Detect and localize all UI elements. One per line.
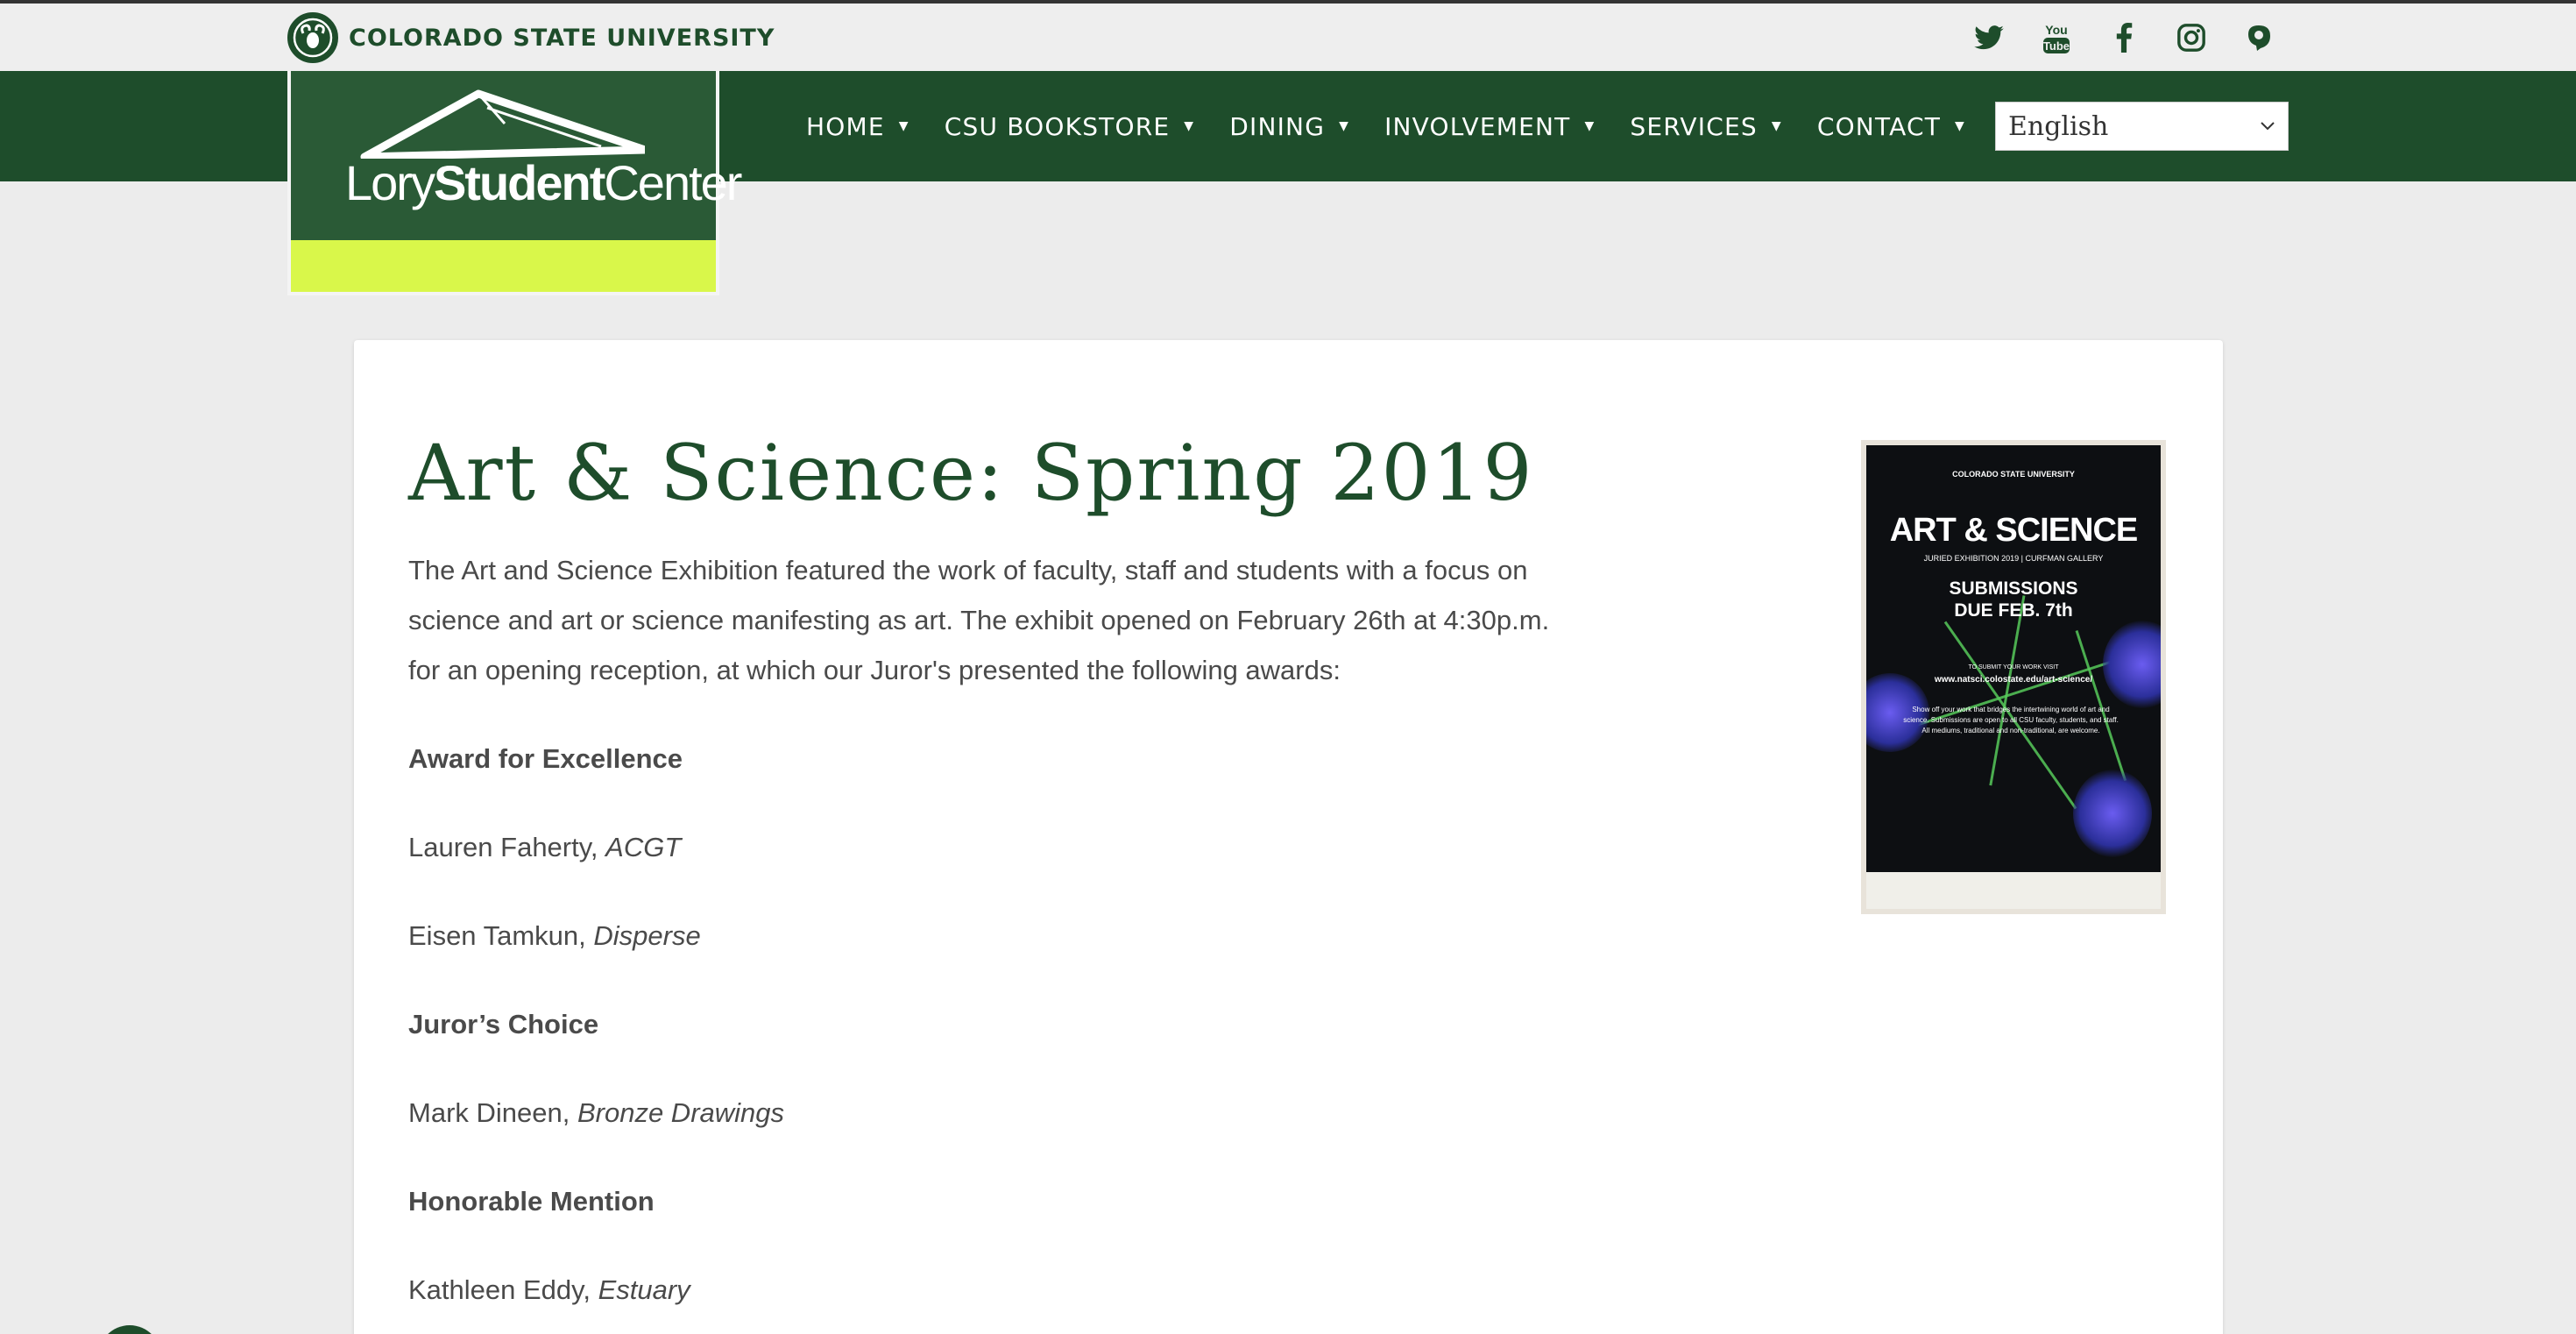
caret-down-icon: ▼ — [1584, 119, 1596, 133]
nav-item-services[interactable]: SERVICES ▼ — [1630, 112, 1781, 141]
caret-down-icon: ▼ — [1771, 119, 1782, 133]
intro-paragraph: The Art and Science Exhibition featured … — [408, 555, 1550, 685]
poster-org: COLORADO STATE UNIVERSITY — [1952, 470, 2075, 479]
award-winner: Eisen Tamkun, Disperse — [408, 920, 701, 951]
svg-text:Tube: Tube — [2043, 39, 2070, 53]
lory-student-center-logo[interactable]: LoryStudentCenter — [287, 71, 742, 295]
chevron-down-icon — [2261, 122, 2275, 131]
instagram-icon[interactable] — [2174, 18, 2209, 57]
social-links: You Tube — [1971, 18, 2276, 57]
logo-wordmark: LoryStudentCenter — [345, 155, 742, 210]
poster-deadline: DUE FEB. 7th — [1954, 600, 2073, 621]
caret-down-icon: ▼ — [1184, 119, 1195, 133]
poster-url: www.natsci.colostate.edu/art-science/ — [1934, 675, 2093, 685]
poster-cell — [2073, 770, 2152, 857]
nav-menu: HOME ▼ CSU BOOKSTORE ▼ DINING ▼ INVOLVEMENT… — [806, 71, 2044, 181]
poster-footer — [1866, 872, 2161, 909]
top-bar: COLORADO STATE UNIVERSITY You Tube — [0, 0, 2576, 71]
award-heading: Award for Excellence — [408, 743, 683, 774]
language-value: English — [2008, 110, 2109, 142]
poster-title: ART & SCIENCE — [1889, 512, 2139, 549]
nav-item-contact[interactable]: CONTACT ▼ — [1817, 112, 1965, 141]
youtube-icon[interactable]: You Tube — [2039, 18, 2074, 57]
logo-green-panel: LoryStudentCenter — [291, 71, 742, 240]
svg-text:You: You — [2045, 23, 2067, 37]
poster-visit-label: TO SUBMIT YOUR WORK VISIT — [1968, 664, 2059, 671]
poster-deadline: SUBMISSIONS — [1949, 578, 2078, 599]
page-title: Art & Science: Spring 2019 — [408, 428, 1534, 518]
twitter-icon[interactable] — [1971, 18, 2006, 57]
award-winner: Mark Dineen, Bronze Drawings — [408, 1097, 785, 1128]
caret-down-icon: ▼ — [1339, 119, 1350, 133]
csu-logo[interactable]: COLORADO STATE UNIVERSITY — [287, 12, 775, 63]
nav-item-involvement[interactable]: INVOLVEMENT ▼ — [1384, 112, 1595, 141]
logo-lime-band — [291, 240, 716, 292]
caret-down-icon: ▼ — [1955, 119, 1965, 133]
exhibition-poster-image[interactable]: COLORADO STATE UNIVERSITY ART & SCIENCE … — [1861, 440, 2166, 914]
content-card: Art & Science: Spring 2019 The Art and S… — [354, 340, 2223, 1334]
award-heading: Honorable Mention — [408, 1186, 655, 1217]
ram-icon[interactable] — [2241, 18, 2276, 57]
caret-down-icon: ▼ — [898, 119, 909, 133]
nav-item-csu-bookstore[interactable]: CSU BOOKSTORE ▼ — [945, 112, 1195, 141]
poster-subtitle: JURIED EXHIBITION 2019 | CURFMAN GALLERY — [1923, 554, 2104, 563]
accessibility-badge-icon[interactable] — [98, 1325, 161, 1334]
nav-item-home[interactable]: HOME ▼ — [806, 112, 909, 141]
award-heading: Juror’s Choice — [408, 1009, 599, 1040]
award-winner: Kathleen Eddy, Estuary — [408, 1274, 690, 1305]
poster-artwork: COLORADO STATE UNIVERSITY ART & SCIENCE … — [1866, 445, 2161, 909]
language-select[interactable]: English — [1995, 102, 2289, 151]
ram-logo-icon — [287, 12, 338, 63]
award-winner: Lauren Faherty, ACGT — [408, 832, 682, 862]
poster-body: Show off your work that bridges the inte… — [1903, 706, 2119, 734]
roof-icon — [360, 89, 645, 159]
facebook-icon[interactable] — [2106, 18, 2141, 57]
nav-item-dining[interactable]: DINING ▼ — [1229, 112, 1349, 141]
university-name: COLORADO STATE UNIVERSITY — [349, 24, 775, 52]
